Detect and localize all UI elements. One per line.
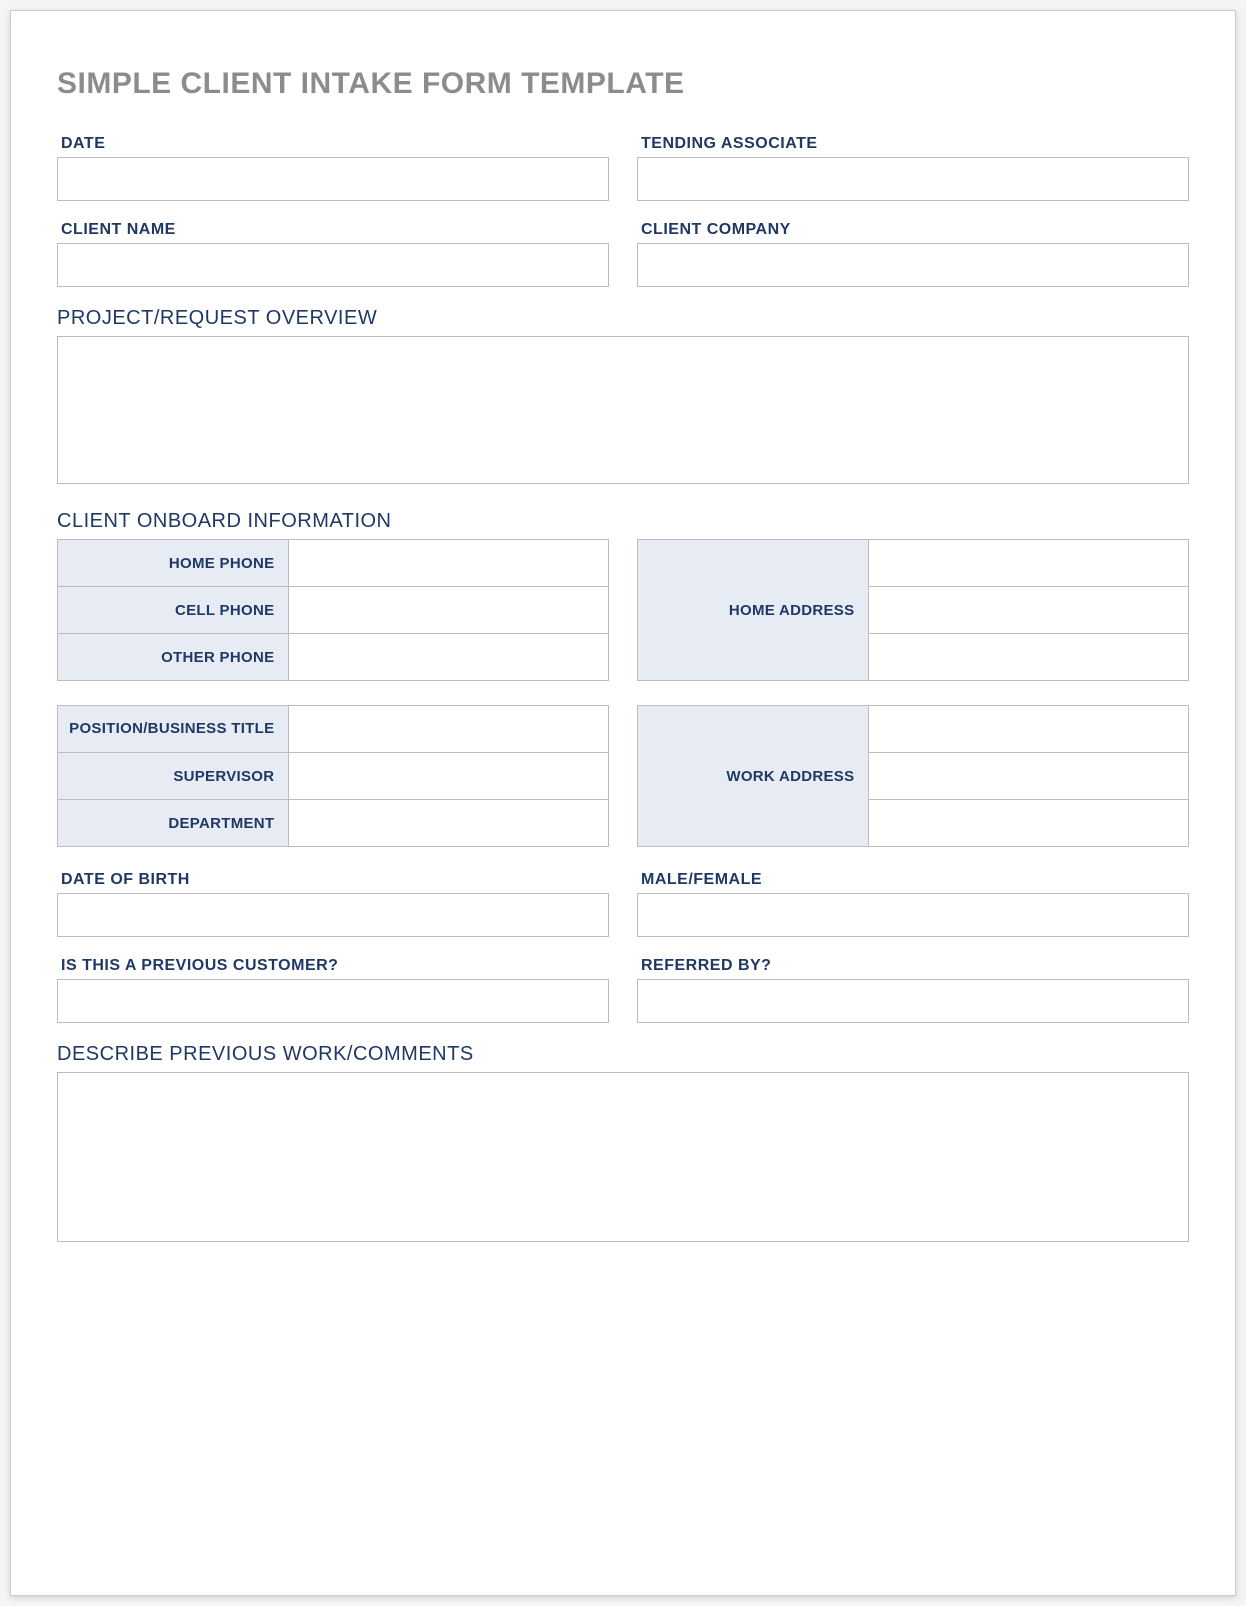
date-label: DATE (61, 135, 609, 153)
gender-label: MALE/FEMALE (641, 871, 1189, 889)
department-input[interactable] (289, 800, 608, 846)
work-address-table: WORK ADDRESS (637, 705, 1189, 847)
phones-table: HOME PHONE CELL PHONE OTHER PHONE (57, 539, 609, 681)
referred-by-field-group: REFERRED BY? (637, 957, 1189, 1023)
describe-previous-label: DESCRIBE PREVIOUS WORK/COMMENTS (57, 1043, 1189, 1066)
client-name-input[interactable] (57, 243, 609, 287)
page-title: SIMPLE CLIENT INTAKE FORM TEMPLATE (57, 67, 1189, 101)
supervisor-input[interactable] (289, 753, 608, 799)
home-phone-label: HOME PHONE (58, 540, 289, 587)
intake-form-page: SIMPLE CLIENT INTAKE FORM TEMPLATE DATE … (10, 10, 1236, 1596)
prev-customer-field-group: IS THIS A PREVIOUS CUSTOMER? (57, 957, 609, 1023)
prev-customer-input[interactable] (57, 979, 609, 1023)
row-date-associate: DATE TENDING ASSOCIATE (57, 135, 1189, 201)
work-address-line3-input[interactable] (869, 800, 1188, 846)
client-company-field-group: CLIENT COMPANY (637, 221, 1189, 287)
position-title-label: POSITION/BUSINESS TITLE (58, 706, 289, 753)
gender-input[interactable] (637, 893, 1189, 937)
onboard-info-label: CLIENT ONBOARD INFORMATION (57, 510, 1189, 533)
supervisor-label: SUPERVISOR (58, 753, 289, 800)
position-table: POSITION/BUSINESS TITLE SUPERVISOR DEPAR… (57, 705, 609, 847)
department-label: DEPARTMENT (58, 800, 289, 847)
gender-field-group: MALE/FEMALE (637, 871, 1189, 937)
date-input[interactable] (57, 157, 609, 201)
other-phone-label: OTHER PHONE (58, 634, 289, 681)
client-company-label: CLIENT COMPANY (641, 221, 1189, 239)
dob-input[interactable] (57, 893, 609, 937)
dob-label: DATE OF BIRTH (61, 871, 609, 889)
home-address-table: HOME ADDRESS (637, 539, 1189, 681)
client-company-input[interactable] (637, 243, 1189, 287)
project-overview-textarea[interactable] (57, 336, 1189, 484)
tending-associate-input[interactable] (637, 157, 1189, 201)
row-dob-gender: DATE OF BIRTH MALE/FEMALE (57, 871, 1189, 937)
work-address-label: WORK ADDRESS (638, 706, 869, 847)
prev-customer-label: IS THIS A PREVIOUS CUSTOMER? (61, 957, 609, 975)
onboard-row-phones-homeaddr: HOME PHONE CELL PHONE OTHER PHONE HOME A… (57, 539, 1189, 681)
referred-by-label: REFERRED BY? (641, 957, 1189, 975)
home-address-label: HOME ADDRESS (638, 540, 869, 681)
work-address-line1-input[interactable] (869, 706, 1188, 752)
home-address-line3-input[interactable] (869, 634, 1188, 680)
client-name-field-group: CLIENT NAME (57, 221, 609, 287)
home-address-line1-input[interactable] (869, 540, 1188, 586)
work-address-line2-input[interactable] (869, 753, 1188, 799)
cell-phone-label: CELL PHONE (58, 587, 289, 634)
referred-by-input[interactable] (637, 979, 1189, 1023)
row-clientname-company: CLIENT NAME CLIENT COMPANY (57, 221, 1189, 287)
row-prevcust-referred: IS THIS A PREVIOUS CUSTOMER? REFERRED BY… (57, 957, 1189, 1023)
other-phone-input[interactable] (289, 634, 608, 680)
project-overview-label: PROJECT/REQUEST OVERVIEW (57, 307, 1189, 330)
onboard-row-position-workaddr: POSITION/BUSINESS TITLE SUPERVISOR DEPAR… (57, 705, 1189, 847)
tending-associate-field-group: TENDING ASSOCIATE (637, 135, 1189, 201)
home-address-line2-input[interactable] (869, 587, 1188, 633)
position-title-input[interactable] (289, 706, 608, 752)
cell-phone-input[interactable] (289, 587, 608, 633)
dob-field-group: DATE OF BIRTH (57, 871, 609, 937)
tending-associate-label: TENDING ASSOCIATE (641, 135, 1189, 153)
describe-previous-textarea[interactable] (57, 1072, 1189, 1242)
home-phone-input[interactable] (289, 540, 608, 586)
client-name-label: CLIENT NAME (61, 221, 609, 239)
date-field-group: DATE (57, 135, 609, 201)
